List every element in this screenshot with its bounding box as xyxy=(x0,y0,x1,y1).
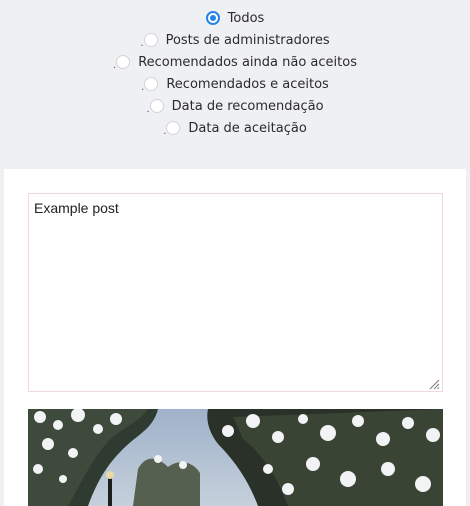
filter-option-recomendados-nao-aceitos[interactable]: . Recomendados ainda não aceitos xyxy=(0,51,470,73)
filter-option-label: Posts de administradores xyxy=(165,32,330,48)
radio-data-aceitacao[interactable] xyxy=(166,121,181,135)
radio-posts-administradores[interactable] xyxy=(143,33,158,47)
radio-recomendados-nao-aceitos[interactable] xyxy=(116,55,131,69)
radio-data-recomendacao[interactable] xyxy=(149,99,164,113)
radio-todos[interactable] xyxy=(205,11,220,25)
filter-option-data-aceitacao[interactable]: . Data de aceitação xyxy=(0,117,470,139)
resize-grip-icon[interactable] xyxy=(428,377,440,390)
filter-option-label: Recomendados ainda não aceitos xyxy=(138,54,357,70)
filter-option-label: Recomendados e aceitos xyxy=(166,76,329,92)
filter-option-label: Todos xyxy=(227,10,265,26)
filter-option-label: Data de aceitação xyxy=(188,120,307,136)
filter-option-posts-administradores[interactable]: . Posts de administradores xyxy=(0,29,470,51)
post-textarea-value: Example post xyxy=(34,200,119,216)
filter-option-todos[interactable]: Todos xyxy=(0,7,470,29)
post-textarea[interactable]: Example post xyxy=(28,193,443,392)
filter-option-data-recomendacao[interactable]: . Data de recomendação xyxy=(0,95,470,117)
post-image xyxy=(28,409,443,506)
radio-recomendados-aceitos[interactable] xyxy=(144,77,159,91)
filter-option-label: Data de recomendação xyxy=(171,98,324,114)
filter-option-recomendados-aceitos[interactable]: . Recomendados e aceitos xyxy=(0,73,470,95)
post-card: Example post xyxy=(4,169,466,506)
